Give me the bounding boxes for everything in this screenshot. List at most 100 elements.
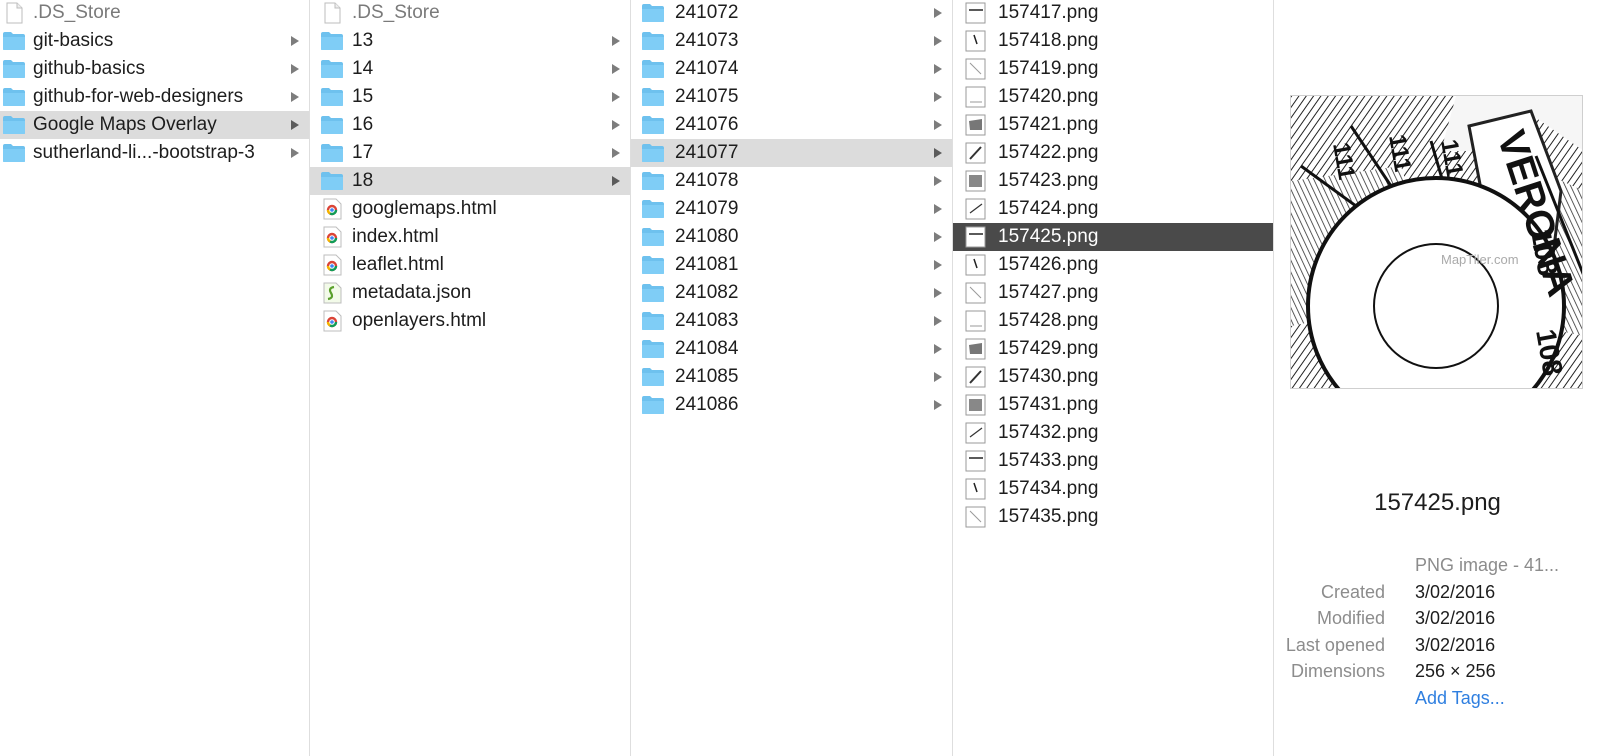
file-row[interactable]: 157426.png — [953, 251, 1273, 279]
folder-row[interactable]: 16 — [310, 111, 630, 139]
meta-value: 256 × 256 — [1415, 661, 1496, 682]
file-row[interactable]: 157430.png — [953, 363, 1273, 391]
chevron-right-icon — [934, 400, 942, 410]
item-name: metadata.json — [352, 282, 472, 303]
folder-row[interactable]: 241073 — [631, 27, 952, 55]
folder-row[interactable]: Google Maps Overlay — [0, 111, 309, 139]
image-thumbnail-icon — [964, 338, 988, 360]
chrome-html-icon — [320, 198, 344, 220]
folder-icon — [320, 170, 344, 192]
folder-row[interactable]: 17 — [310, 139, 630, 167]
folder-row[interactable]: 18 — [310, 167, 630, 195]
folder-row[interactable]: 241081 — [631, 251, 952, 279]
file-row[interactable]: 157420.png — [953, 83, 1273, 111]
chevron-right-icon — [934, 288, 942, 298]
folder-row[interactable]: sutherland-li...-bootstrap-3 — [0, 139, 309, 167]
item-name: 241083 — [675, 310, 739, 331]
folder-icon — [320, 58, 344, 80]
file-row[interactable]: googlemaps.html — [310, 195, 630, 223]
chevron-right-icon — [291, 120, 299, 130]
file-row[interactable]: 157434.png — [953, 475, 1273, 503]
folder-row[interactable]: 15 — [310, 83, 630, 111]
folder-row[interactable]: 13 — [310, 27, 630, 55]
item-name: 17 — [352, 142, 374, 163]
chevron-right-icon — [934, 36, 942, 46]
folder-row[interactable]: github-for-web-designers — [0, 83, 309, 111]
folder-row[interactable]: 241082 — [631, 279, 952, 307]
file-row[interactable]: .DS_Store — [0, 0, 309, 27]
chevron-right-icon — [934, 204, 942, 214]
file-row[interactable]: leaflet.html — [310, 251, 630, 279]
folder-row[interactable]: 241079 — [631, 195, 952, 223]
column-level-3[interactable]: 241072 241073 241074 241075 241076 241077 2410… — [631, 0, 953, 756]
chevron-right-icon — [612, 64, 620, 74]
item-name: openlayers.html — [352, 310, 487, 331]
folder-row[interactable]: 241074 — [631, 55, 952, 83]
chevron-right-icon — [291, 36, 299, 46]
item-name: 157427.png — [998, 282, 1099, 303]
meta-created-row: Created 3/02/2016 — [1275, 579, 1600, 606]
image-thumbnail-icon — [964, 506, 988, 528]
file-row[interactable]: 157431.png — [953, 391, 1273, 419]
folder-row[interactable]: 241075 — [631, 83, 952, 111]
meta-key: Dimensions — [1290, 661, 1385, 682]
item-name: 241080 — [675, 226, 739, 247]
column-level-2[interactable]: .DS_Store 13 14 15 16 17 18 googlemaps.html inde… — [310, 0, 631, 756]
folder-icon — [641, 142, 665, 164]
item-name: 157421.png — [998, 114, 1099, 135]
item-name: 157417.png — [998, 2, 1099, 23]
image-thumbnail-icon — [964, 86, 988, 108]
folder-icon — [641, 282, 665, 304]
file-row[interactable]: 157424.png — [953, 195, 1273, 223]
image-thumbnail-icon — [964, 170, 988, 192]
item-name: 157425.png — [998, 226, 1099, 247]
folder-row[interactable]: 241083 — [631, 307, 952, 335]
folder-row[interactable]: 241086 — [631, 391, 952, 419]
item-name: 157430.png — [998, 366, 1099, 387]
chevron-right-icon — [291, 148, 299, 158]
file-row[interactable]: 157419.png — [953, 55, 1273, 83]
image-thumbnail-icon — [964, 450, 988, 472]
item-name: 16 — [352, 114, 374, 135]
meta-modified-row: Modified 3/02/2016 — [1275, 605, 1600, 632]
file-row[interactable]: 157417.png — [953, 0, 1273, 27]
file-row[interactable]: 157422.png — [953, 139, 1273, 167]
column-level-1[interactable]: .DS_Store git-basics github-basics github-f… — [0, 0, 310, 756]
item-name: 157419.png — [998, 58, 1099, 79]
item-name: .DS_Store — [33, 2, 121, 23]
add-tags-link[interactable]: Add Tags... — [1415, 685, 1505, 711]
folder-row[interactable]: 241078 — [631, 167, 952, 195]
folder-row[interactable]: 241077 — [631, 139, 952, 167]
column-level-4[interactable]: 157417.png 157418.png 157419.png 157420.png… — [953, 0, 1274, 756]
file-row[interactable]: openlayers.html — [310, 307, 630, 335]
folder-row[interactable]: 241076 — [631, 111, 952, 139]
file-row[interactable]: 157428.png — [953, 307, 1273, 335]
item-name: 157424.png — [998, 198, 1099, 219]
file-row[interactable]: 157425.png — [953, 223, 1273, 251]
file-row[interactable]: 157421.png — [953, 111, 1273, 139]
folder-icon — [2, 114, 26, 136]
folder-row[interactable]: 241072 — [631, 0, 952, 27]
folder-row[interactable]: 241084 — [631, 335, 952, 363]
file-row[interactable]: 157418.png — [953, 27, 1273, 55]
folder-icon — [641, 170, 665, 192]
file-row[interactable]: .DS_Store — [310, 0, 630, 27]
file-row[interactable]: index.html — [310, 223, 630, 251]
file-row[interactable]: 157429.png — [953, 335, 1273, 363]
file-row[interactable]: metadata.json — [310, 279, 630, 307]
item-name: leaflet.html — [352, 254, 444, 275]
folder-row[interactable]: github-basics — [0, 55, 309, 83]
file-row[interactable]: 157433.png — [953, 447, 1273, 475]
file-row[interactable]: 157435.png — [953, 503, 1273, 531]
file-row[interactable]: 157427.png — [953, 279, 1273, 307]
chrome-html-icon — [320, 226, 344, 248]
folder-row[interactable]: 241085 — [631, 363, 952, 391]
file-row[interactable]: 157432.png — [953, 419, 1273, 447]
file-row[interactable]: 157423.png — [953, 167, 1273, 195]
item-name: 241079 — [675, 198, 739, 219]
folder-row[interactable]: git-basics — [0, 27, 309, 55]
folder-icon — [641, 86, 665, 108]
folder-row[interactable]: 14 — [310, 55, 630, 83]
folder-row[interactable]: 241080 — [631, 223, 952, 251]
chevron-right-icon — [934, 64, 942, 74]
